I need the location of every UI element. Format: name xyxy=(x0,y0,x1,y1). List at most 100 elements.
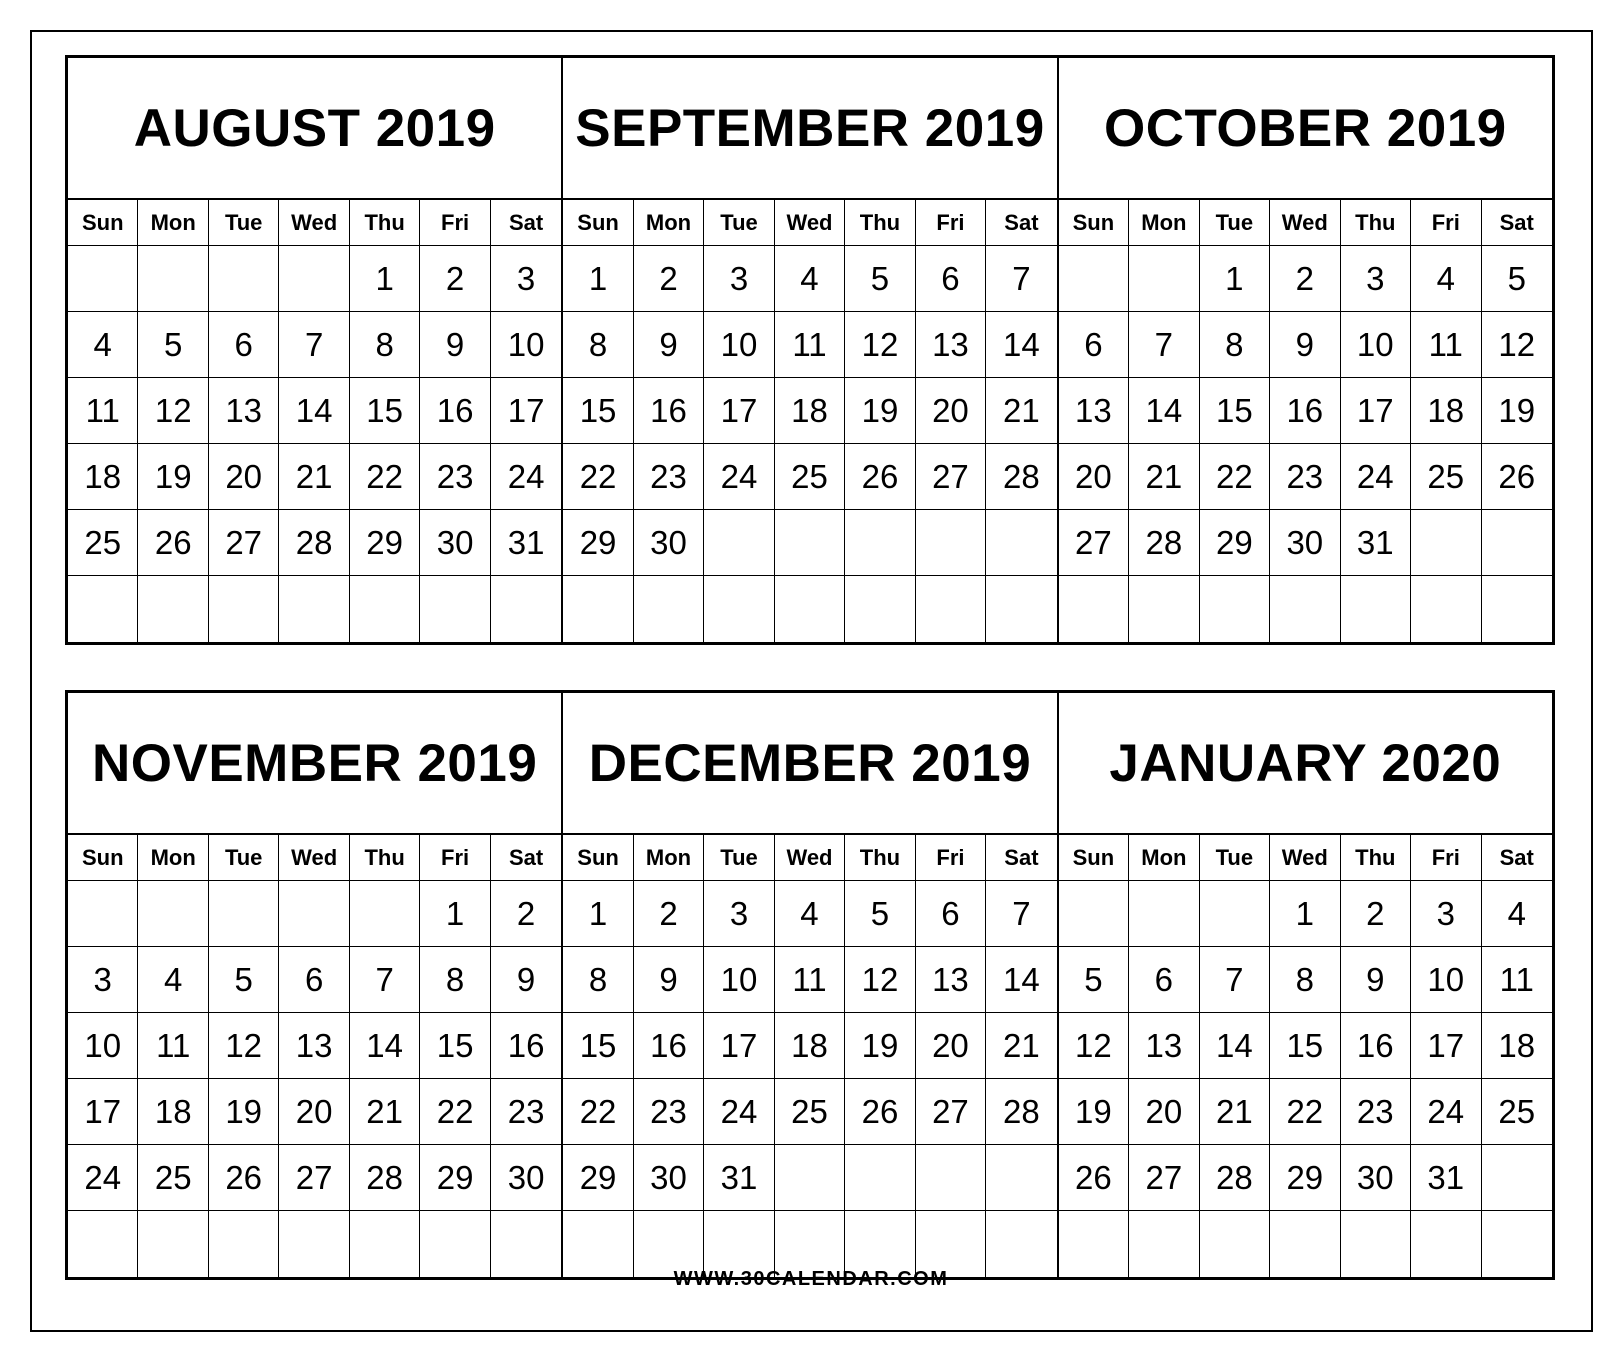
day-cell[interactable]: 25 xyxy=(1481,1079,1552,1145)
day-cell[interactable]: 23 xyxy=(633,444,705,510)
day-cell[interactable]: 27 xyxy=(915,444,987,510)
day-cell[interactable]: 8 xyxy=(1199,312,1271,378)
day-cell[interactable]: 24 xyxy=(704,444,775,510)
day-cell[interactable]: 7 xyxy=(279,312,350,378)
day-cell[interactable]: 20 xyxy=(1058,444,1130,510)
day-cell[interactable]: 29 xyxy=(563,1145,634,1211)
day-cell[interactable]: 20 xyxy=(915,378,987,444)
day-cell[interactable]: 11 xyxy=(68,378,139,444)
day-cell[interactable]: 17 xyxy=(704,378,775,444)
day-cell[interactable]: 9 xyxy=(490,947,562,1013)
day-cell[interactable]: 4 xyxy=(68,312,139,378)
day-cell[interactable]: 19 xyxy=(845,1013,916,1079)
day-cell[interactable]: 27 xyxy=(279,1145,350,1211)
day-cell[interactable]: 20 xyxy=(1129,1079,1200,1145)
day-cell[interactable]: 18 xyxy=(68,444,139,510)
day-cell[interactable]: 28 xyxy=(1199,1145,1271,1211)
day-cell[interactable]: 7 xyxy=(986,246,1057,312)
day-cell[interactable]: 18 xyxy=(138,1079,209,1145)
day-cell[interactable]: 16 xyxy=(633,1013,705,1079)
day-cell[interactable]: 14 xyxy=(1129,378,1200,444)
day-cell[interactable]: 15 xyxy=(563,1013,634,1079)
day-cell[interactable]: 21 xyxy=(986,1013,1057,1079)
day-cell[interactable]: 5 xyxy=(208,947,280,1013)
day-cell[interactable]: 20 xyxy=(915,1013,987,1079)
day-cell[interactable]: 12 xyxy=(845,947,916,1013)
day-cell[interactable]: 9 xyxy=(420,312,491,378)
day-cell[interactable]: 22 xyxy=(1270,1079,1341,1145)
day-cell[interactable]: 21 xyxy=(349,1079,421,1145)
day-cell[interactable]: 11 xyxy=(1411,312,1482,378)
day-cell[interactable]: 26 xyxy=(1058,1145,1130,1211)
day-cell[interactable]: 28 xyxy=(986,1079,1057,1145)
day-cell[interactable]: 30 xyxy=(420,510,491,576)
day-cell[interactable]: 19 xyxy=(208,1079,280,1145)
day-cell[interactable]: 1 xyxy=(420,881,491,947)
day-cell[interactable]: 31 xyxy=(490,510,562,576)
day-cell[interactable]: 20 xyxy=(208,444,280,510)
day-cell[interactable]: 13 xyxy=(915,312,987,378)
day-cell[interactable]: 3 xyxy=(704,246,775,312)
day-cell[interactable]: 12 xyxy=(138,378,209,444)
day-cell[interactable]: 19 xyxy=(1481,378,1552,444)
day-cell[interactable]: 23 xyxy=(490,1079,562,1145)
day-cell[interactable]: 6 xyxy=(208,312,280,378)
day-cell[interactable]: 26 xyxy=(208,1145,280,1211)
day-cell[interactable]: 7 xyxy=(1199,947,1271,1013)
day-cell[interactable]: 5 xyxy=(1481,246,1552,312)
day-cell[interactable]: 1 xyxy=(349,246,421,312)
day-cell[interactable]: 27 xyxy=(1058,510,1130,576)
day-cell[interactable]: 30 xyxy=(1340,1145,1412,1211)
day-cell[interactable]: 14 xyxy=(279,378,350,444)
day-cell[interactable]: 28 xyxy=(1129,510,1200,576)
day-cell[interactable]: 24 xyxy=(490,444,562,510)
day-cell[interactable]: 25 xyxy=(1411,444,1482,510)
day-cell[interactable]: 16 xyxy=(420,378,491,444)
day-cell[interactable]: 11 xyxy=(774,312,846,378)
day-cell[interactable]: 11 xyxy=(1481,947,1552,1013)
day-cell[interactable]: 25 xyxy=(774,1079,846,1145)
day-cell[interactable]: 6 xyxy=(279,947,350,1013)
day-cell[interactable]: 28 xyxy=(349,1145,421,1211)
day-cell[interactable]: 5 xyxy=(1058,947,1130,1013)
day-cell[interactable]: 4 xyxy=(138,947,209,1013)
day-cell[interactable]: 18 xyxy=(1411,378,1482,444)
day-cell[interactable]: 29 xyxy=(1199,510,1271,576)
day-cell[interactable]: 31 xyxy=(704,1145,775,1211)
day-cell[interactable]: 21 xyxy=(279,444,350,510)
day-cell[interactable]: 12 xyxy=(1058,1013,1130,1079)
day-cell[interactable]: 9 xyxy=(1270,312,1341,378)
day-cell[interactable]: 15 xyxy=(563,378,634,444)
day-cell[interactable]: 19 xyxy=(845,378,916,444)
day-cell[interactable]: 13 xyxy=(915,947,987,1013)
day-cell[interactable]: 3 xyxy=(490,246,562,312)
day-cell[interactable]: 17 xyxy=(1411,1013,1482,1079)
day-cell[interactable]: 3 xyxy=(1340,246,1412,312)
day-cell[interactable]: 12 xyxy=(208,1013,280,1079)
day-cell[interactable]: 15 xyxy=(1270,1013,1341,1079)
day-cell[interactable]: 4 xyxy=(1481,881,1552,947)
day-cell[interactable]: 30 xyxy=(490,1145,562,1211)
day-cell[interactable]: 31 xyxy=(1411,1145,1482,1211)
day-cell[interactable]: 25 xyxy=(774,444,846,510)
day-cell[interactable]: 4 xyxy=(1411,246,1482,312)
day-cell[interactable]: 14 xyxy=(1199,1013,1271,1079)
day-cell[interactable]: 6 xyxy=(915,246,987,312)
day-cell[interactable]: 14 xyxy=(349,1013,421,1079)
day-cell[interactable]: 29 xyxy=(420,1145,491,1211)
day-cell[interactable]: 24 xyxy=(1340,444,1412,510)
day-cell[interactable]: 14 xyxy=(986,312,1057,378)
day-cell[interactable]: 9 xyxy=(633,312,705,378)
day-cell[interactable]: 30 xyxy=(1270,510,1341,576)
day-cell[interactable]: 3 xyxy=(1411,881,1482,947)
day-cell[interactable]: 23 xyxy=(420,444,491,510)
day-cell[interactable]: 10 xyxy=(1411,947,1482,1013)
day-cell[interactable]: 2 xyxy=(490,881,562,947)
day-cell[interactable]: 8 xyxy=(563,312,634,378)
day-cell[interactable]: 11 xyxy=(774,947,846,1013)
day-cell[interactable]: 17 xyxy=(1340,378,1412,444)
day-cell[interactable]: 2 xyxy=(1340,881,1412,947)
day-cell[interactable]: 16 xyxy=(1270,378,1341,444)
day-cell[interactable]: 27 xyxy=(208,510,280,576)
day-cell[interactable]: 16 xyxy=(1340,1013,1412,1079)
